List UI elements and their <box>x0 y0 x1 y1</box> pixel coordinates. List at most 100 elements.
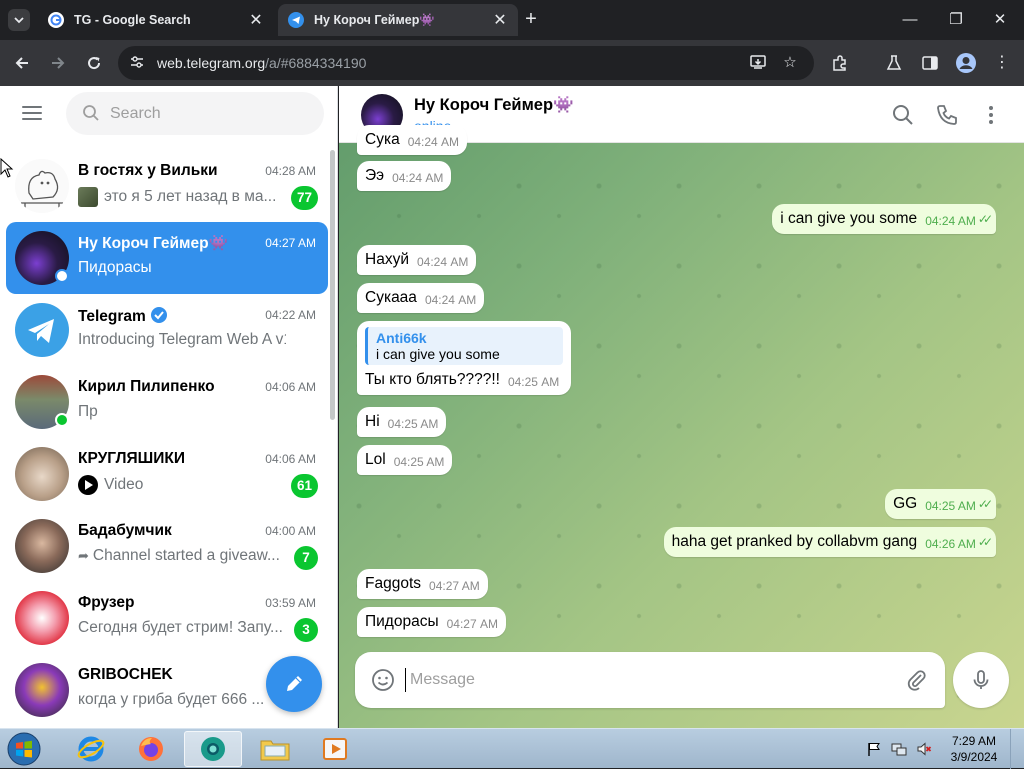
install-app-icon[interactable] <box>748 53 768 73</box>
chat-name: Ну Короч Геймер👾 <box>78 235 228 252</box>
message-incoming-reply[interactable]: Anti66k i can give you some Ты кто блять… <box>357 321 571 395</box>
chat-name-text: Telegram <box>78 308 146 325</box>
search-icon[interactable] <box>890 102 916 128</box>
message-text: Hi <box>365 413 380 430</box>
message-incoming[interactable]: Сукааа 04:24 AM <box>357 283 485 313</box>
message-incoming[interactable]: Lol 04:25 AM <box>357 445 453 475</box>
message-incoming[interactable]: Пидорасы 04:27 AM <box>357 607 506 637</box>
message-time: 04:27 AM <box>429 579 480 593</box>
profile-avatar-icon[interactable] <box>954 51 978 75</box>
read-checkmarks-icon: ✓✓ <box>977 497 993 511</box>
message-text: GG <box>893 495 918 512</box>
message-composer[interactable] <box>355 652 945 708</box>
emoji-icon[interactable] <box>371 668 395 692</box>
close-window-icon[interactable]: ✕ <box>988 8 1012 32</box>
message-incoming[interactable]: Ээ 04:24 AM <box>357 161 452 191</box>
chat-title: Ну Короч Геймер👾 <box>414 96 574 114</box>
chat-list-scrollbar[interactable] <box>330 150 335 420</box>
reply-text: i can give you some <box>376 346 500 362</box>
chat-item-kiril-pilipenko[interactable]: Кирил Пилипенко 04:06 AM Пр <box>6 366 328 438</box>
message-time: 04:24 AM <box>392 171 444 185</box>
phone-icon[interactable] <box>934 102 960 128</box>
taskbar-file-explorer[interactable] <box>246 731 304 767</box>
browser-tab-google-search[interactable]: TG - Google Search ✕ <box>38 4 274 36</box>
reply-quote[interactable]: Anti66k i can give you some <box>365 327 563 365</box>
chat-item-fruzer[interactable]: Фрузер 03:59 AM Сегодня будет стрим! Зап… <box>6 582 328 654</box>
unread-badge: 3 <box>294 618 318 642</box>
url-text: web.telegram.org/a/#6884334190 <box>157 55 366 71</box>
forward-icon[interactable] <box>46 51 70 75</box>
message-incoming[interactable]: Сука 04:24 AM <box>357 125 468 155</box>
url-path: /a/#6884334190 <box>265 55 367 71</box>
new-message-button[interactable] <box>266 656 322 712</box>
browser-tab-telegram[interactable]: Ну Короч Геймер👾 ✕ <box>278 4 518 36</box>
message-text: Ээ <box>365 167 385 184</box>
hamburger-menu-icon[interactable] <box>20 102 44 126</box>
message-outgoing[interactable]: haha get pranked by collabvm gang 04:26 A… <box>663 527 996 557</box>
message-incoming[interactable]: Нахуй 04:24 AM <box>357 245 477 275</box>
chat-item-nu-koroch-geymer[interactable]: Ну Короч Геймер👾 04:27 AM Пидорасы <box>6 222 328 294</box>
pencil-icon <box>287 676 302 691</box>
forward-arrow-icon: ➦ <box>78 548 89 563</box>
chat-name: Бадабумчик <box>78 522 172 539</box>
chat-time: 04:06 AM <box>265 380 316 394</box>
microphone-icon <box>973 670 989 689</box>
attach-paperclip-icon[interactable] <box>905 668 929 692</box>
message-list: Сука 04:24 AM Ээ 04:24 AM i can give you s… <box>339 125 1024 653</box>
taskbar-chrome[interactable] <box>184 731 242 767</box>
taskbar-internet-explorer[interactable] <box>62 731 120 767</box>
message-time: 04:25 AM <box>507 375 560 389</box>
start-button[interactable] <box>4 731 44 767</box>
chat-preview: когда у гриба будет 666 ... <box>78 691 265 708</box>
voice-record-button[interactable] <box>953 652 1009 708</box>
message-input[interactable] <box>405 668 885 692</box>
reload-icon[interactable] <box>82 51 106 75</box>
more-options-icon[interactable] <box>978 102 1004 128</box>
message-incoming[interactable]: Hi 04:25 AM <box>357 407 447 437</box>
chat-name: GRIBOCHEK <box>78 666 173 683</box>
minimize-icon[interactable]: — <box>898 8 922 32</box>
tab-search-button[interactable] <box>8 9 30 31</box>
taskbar-media-player[interactable] <box>306 731 364 767</box>
verified-icon <box>150 307 167 323</box>
extensions-icon[interactable] <box>828 51 852 75</box>
chat-item-telegram[interactable]: Telegram 04:22 AM Introducing Telegram W… <box>6 294 328 366</box>
volume-muted-icon[interactable] <box>916 741 932 757</box>
flag-icon[interactable] <box>866 741 882 757</box>
windows-taskbar: 7:29 AM 3/9/2024 <box>0 728 1024 769</box>
network-icon[interactable] <box>891 741 907 757</box>
firefox-icon <box>139 737 163 761</box>
browser-app-icon <box>201 737 225 761</box>
video-play-icon <box>78 475 98 495</box>
chat-item-v-gostyakh-u-vilki[interactable]: В гостях у Вильки 04:28 AM это я 5 лет н… <box>6 150 328 222</box>
taskbar-firefox[interactable] <box>122 731 180 767</box>
chat-name: Фрузер <box>78 594 135 611</box>
unread-badge: 7 <box>294 546 318 570</box>
labs-icon[interactable] <box>882 51 906 75</box>
search-box[interactable] <box>66 92 324 135</box>
browser-menu-icon[interactable]: ⋮ <box>990 51 1014 75</box>
address-bar[interactable]: web.telegram.org/a/#6884334190 ☆ <box>118 46 814 80</box>
message-incoming[interactable]: Faggots 04:27 AM <box>357 569 488 599</box>
system-clock[interactable]: 7:29 AM 3/9/2024 <box>946 733 1002 765</box>
restore-icon[interactable]: ❐ <box>944 8 968 32</box>
back-icon[interactable] <box>10 51 34 75</box>
chat-time: 04:00 AM <box>265 524 316 538</box>
show-desktop-button[interactable] <box>1010 729 1024 769</box>
new-tab-button[interactable]: + <box>520 8 542 30</box>
chat-preview: Пр <box>78 403 98 420</box>
unread-badge: 61 <box>290 474 318 498</box>
avatar <box>15 447 69 501</box>
chat-item-kruglyashiki[interactable]: КРУГЛЯШИКИ 04:06 AM Video 61 <box>6 438 328 510</box>
search-input[interactable] <box>110 102 310 126</box>
clock-date: 3/9/2024 <box>950 750 998 764</box>
message-outgoing[interactable]: i can give you some 04:24 AM ✓✓ <box>772 204 996 234</box>
side-panel-icon[interactable] <box>918 51 942 75</box>
chat-item-badabumchik[interactable]: Бадабумчик 04:00 AM ➦ Channel started a g… <box>6 510 328 582</box>
bookmark-star-icon[interactable]: ☆ <box>780 53 800 73</box>
message-outgoing[interactable]: GG 04:25 AM ✓✓ <box>885 489 996 519</box>
site-info-icon[interactable] <box>128 54 146 72</box>
chat-preview: ➦ Channel started a giveaw... <box>78 547 286 565</box>
close-tab-icon[interactable]: ✕ <box>248 10 264 30</box>
close-tab-icon[interactable]: ✕ <box>492 10 508 30</box>
